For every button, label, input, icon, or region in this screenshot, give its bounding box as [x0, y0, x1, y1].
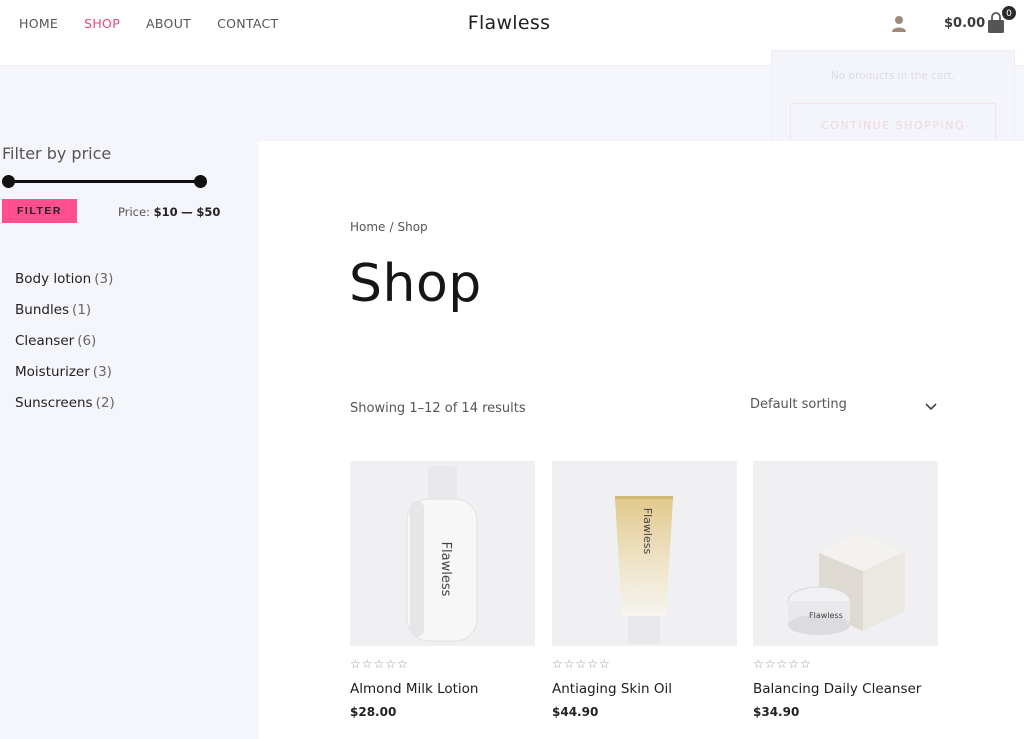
cleanser-jar-image: Flawless: [787, 533, 905, 635]
product-image[interactable]: Flawless: [753, 461, 938, 646]
price-max: $50: [196, 205, 221, 219]
breadcrumb: Home / Shop: [350, 220, 428, 234]
category-count: (6): [77, 333, 97, 349]
category-count: (3): [94, 271, 114, 287]
price-slider-track[interactable]: [8, 180, 200, 183]
price-slider-min-handle[interactable]: [2, 175, 15, 188]
product-image[interactable]: Flawless: [552, 461, 737, 646]
product-price: $44.90: [552, 705, 599, 719]
category-item[interactable]: Sunscreens (2): [15, 395, 115, 426]
lotion-bottle-image: Flawless: [406, 466, 478, 642]
category-name[interactable]: Body lotion: [15, 271, 91, 287]
price-range-label: Price: $10 — $50: [118, 205, 220, 219]
skin-oil-tube-image: Flawless: [615, 496, 673, 644]
category-count: (3): [92, 364, 112, 380]
price-separator: —: [181, 205, 193, 219]
jar-label: Flawless: [809, 611, 843, 620]
shop-main-content: Home / Shop Shop Showing 1–12 of 14 result…: [259, 141, 1024, 739]
price-label: Price:: [118, 205, 150, 219]
bottle-label: Flawless: [438, 542, 453, 597]
rating-stars: ☆☆☆☆☆: [552, 657, 611, 671]
product-price: $28.00: [350, 705, 397, 719]
category-name[interactable]: Sunscreens: [15, 395, 93, 411]
category-item[interactable]: Body lotion (3): [15, 271, 115, 302]
category-name[interactable]: Moisturizer: [15, 364, 90, 380]
product-card[interactable]: Flawless ☆☆☆☆☆ Almond Milk Lotion $28.00: [350, 461, 535, 719]
breadcrumb-current: Shop: [397, 220, 428, 234]
category-item[interactable]: Moisturizer (3): [15, 364, 115, 395]
category-count: (1): [72, 302, 92, 318]
category-item[interactable]: Cleanser (6): [15, 333, 115, 364]
category-count: (2): [95, 395, 115, 411]
breadcrumb-separator: /: [389, 220, 394, 234]
product-card[interactable]: Flawless ☆☆☆☆☆ Balancing Daily Cleanser …: [753, 461, 938, 719]
product-image[interactable]: Flawless: [350, 461, 535, 646]
filter-button[interactable]: FILTER: [2, 199, 77, 223]
mini-cart-empty-message: No products in the cart.: [830, 70, 956, 82]
price-min: $10: [153, 205, 178, 219]
product-name[interactable]: Antiaging Skin Oil: [552, 681, 737, 697]
sorting-value: Default sorting: [750, 397, 847, 412]
category-item[interactable]: Bundles (1): [15, 302, 115, 333]
user-account-icon[interactable]: [891, 15, 907, 32]
category-name[interactable]: Bundles: [15, 302, 69, 318]
sorting-select[interactable]: Default sorting: [750, 397, 938, 419]
price-slider-max-handle[interactable]: [194, 175, 207, 188]
page-title: Shop: [349, 254, 482, 314]
filter-by-price-heading: Filter by price: [2, 144, 112, 163]
breadcrumb-home[interactable]: Home: [350, 220, 385, 234]
product-name[interactable]: Almond Milk Lotion: [350, 681, 535, 697]
site-logo[interactable]: Flawless: [0, 12, 1018, 34]
tube-label: Flawless: [641, 508, 654, 555]
product-price: $34.90: [753, 705, 800, 719]
chevron-down-icon: [925, 403, 937, 411]
cart-count-badge: 0: [1001, 5, 1017, 21]
product-card[interactable]: Flawless ☆☆☆☆☆ Antiaging Skin Oil $44.90: [552, 461, 737, 719]
rating-stars: ☆☆☆☆☆: [350, 657, 409, 671]
result-count: Showing 1–12 of 14 results: [350, 401, 526, 416]
cart-total[interactable]: $0.00: [944, 16, 985, 31]
category-list: Body lotion (3) Bundles (1) Cleanser (6) Mo…: [15, 271, 115, 426]
category-name[interactable]: Cleanser: [15, 333, 74, 349]
product-name[interactable]: Balancing Daily Cleanser: [753, 681, 938, 697]
rating-stars: ☆☆☆☆☆: [753, 657, 812, 671]
